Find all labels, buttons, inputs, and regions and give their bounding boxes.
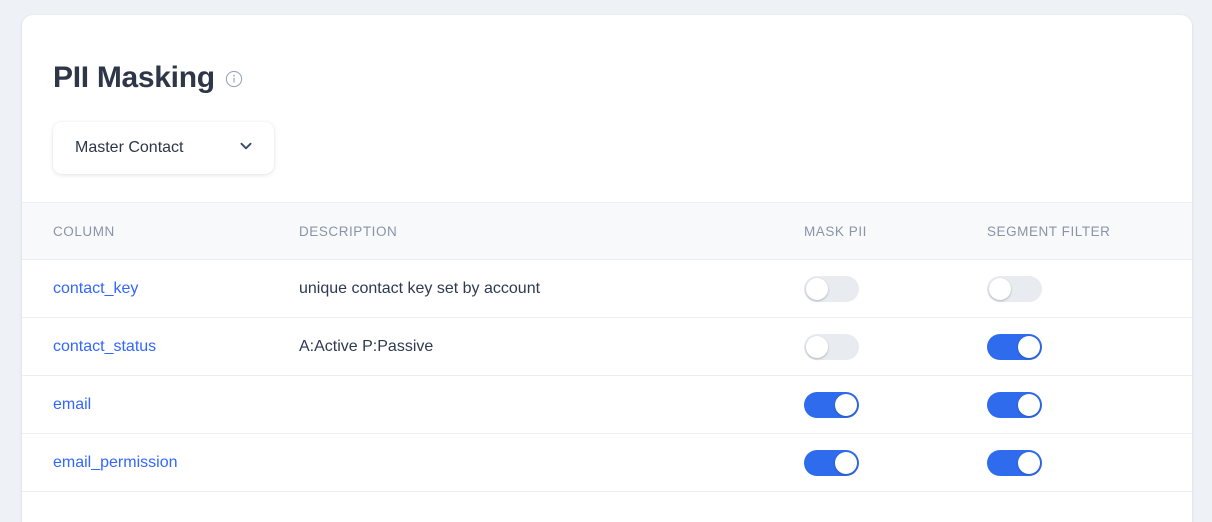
cell-column-name: email [22,396,299,414]
cell-mask-pii [804,449,987,476]
column-link[interactable]: email [53,396,91,413]
table-row: email [22,376,1192,434]
cell-mask-pii [804,333,987,360]
master-contact-dropdown[interactable]: Master Contact [53,122,274,174]
card-header: PII Masking [22,15,1192,93]
pii-masking-card: PII Masking Master Contact COLUMN DESCRI… [22,15,1192,522]
header-description: DESCRIPTION [299,223,398,239]
header-segment-filter: SEGMENT FILTER [987,223,1111,239]
cell-column-name: email_permission [22,454,299,472]
segment-filter-toggle[interactable] [987,449,1042,476]
table-row: email_permission [22,434,1192,492]
segment-filter-toggle[interactable] [987,391,1042,418]
column-link[interactable]: contact_status [53,338,156,355]
mask-pii-toggle[interactable] [804,391,859,418]
cell-segment-filter [987,391,1187,418]
cell-segment-filter [987,275,1187,302]
cell-mask-pii [804,275,987,302]
cell-description: unique contact key set by account [299,279,541,297]
column-link[interactable]: contact_key [53,280,138,297]
cell-column-name: contact_key [22,280,299,298]
segment-filter-toggle[interactable] [987,275,1042,302]
dropdown-container: Master Contact [22,93,1192,174]
dropdown-selected-label: Master Contact [75,139,184,156]
cell-segment-filter [987,449,1187,476]
page-background: PII Masking Master Contact COLUMN DESCRI… [0,0,1212,522]
pii-masking-table: COLUMN DESCRIPTION MASK PII SEGMENT FILT… [22,202,1192,492]
segment-filter-toggle[interactable] [987,333,1042,360]
chevron-down-icon [237,137,255,160]
mask-pii-toggle[interactable] [804,449,859,476]
column-link[interactable]: email_permission [53,454,178,471]
cell-column-name: contact_status [22,338,299,356]
table-row: contact_key unique contact key set by ac… [22,260,1192,318]
page-title: PII Masking [53,61,215,94]
title-row: PII Masking [53,63,1192,93]
mask-pii-toggle[interactable] [804,333,859,360]
cell-segment-filter [987,333,1187,360]
table-header-row: COLUMN DESCRIPTION MASK PII SEGMENT FILT… [22,202,1192,260]
header-mask-pii: MASK PII [804,223,867,239]
mask-pii-toggle[interactable] [804,275,859,302]
table-row: contact_status A:Active P:Passive [22,318,1192,376]
info-circle-icon[interactable] [225,70,243,93]
header-column: COLUMN [53,223,115,239]
cell-description: A:Active P:Passive [299,337,434,355]
cell-mask-pii [804,391,987,418]
